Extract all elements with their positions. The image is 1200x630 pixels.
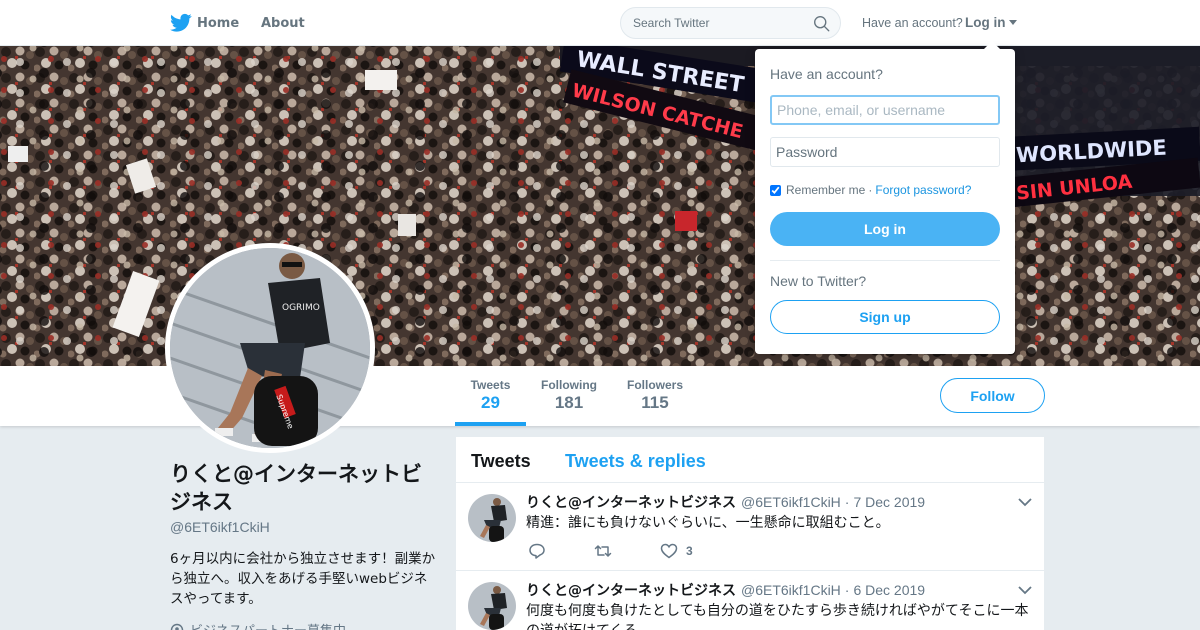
profile-bio: 6ヶ月以内に会社から独立させます！副業から独立へ。収入をあげる手堅いwebビジネ… <box>170 551 436 607</box>
dropdown-divider <box>770 260 1000 261</box>
tab-tweets[interactable]: Tweets <box>471 451 531 472</box>
tweet-avatar[interactable] <box>468 582 516 630</box>
timeline: Tweets Tweets & replies りくと@インターネットビジネス … <box>456 437 1044 630</box>
profile-handle[interactable]: @6ET6ikf1CkiH <box>170 519 270 535</box>
profile-name: りくと@インターネットビジネス <box>170 462 422 514</box>
location-label: ビジネスパートナー募集中 <box>190 620 346 630</box>
remember-me-row: Remember me · Forgot password? <box>770 183 971 197</box>
avatar-image: OGRIMO Supreme <box>170 248 370 448</box>
login-dropdown: Have an account? Remember me · Forgot pa… <box>755 41 1015 354</box>
new-to-twitter-text: New to Twitter? <box>770 273 867 289</box>
profile-location: ビジネスパートナー募集中 <box>170 620 346 630</box>
tweet-author-name[interactable]: りくと@インターネットビジネス <box>526 492 736 512</box>
retweet-icon <box>594 545 612 557</box>
tab-tweets-and-replies[interactable]: Tweets & replies <box>565 451 706 472</box>
retweet-button[interactable] <box>594 543 620 559</box>
stat-value: 29 <box>481 393 500 412</box>
like-icon <box>660 543 678 559</box>
timeline-tabs: Tweets Tweets & replies <box>456 437 1044 483</box>
stat-following[interactable]: Following 181 <box>538 378 600 413</box>
like-count: 3 <box>686 544 693 558</box>
remember-separator: · <box>868 183 873 197</box>
password-field[interactable] <box>770 137 1000 167</box>
forgot-password-link[interactable]: Forgot password? <box>875 183 971 197</box>
tweet-text: 精進：誰にも負けないぐらいに、一生懸命に取組むこと。 <box>526 515 890 531</box>
login-dropdown-toggle[interactable]: Log in <box>965 15 1017 30</box>
login-submit-button[interactable]: Log in <box>770 212 1000 246</box>
tweet-author-name[interactable]: りくと@インターネットビジネス <box>526 580 736 600</box>
search-input[interactable] <box>621 8 801 38</box>
username-field[interactable] <box>770 95 1000 125</box>
tweet-date[interactable]: 7 Dec 2019 <box>853 494 925 510</box>
tweet-author-handle[interactable]: @6ET6ikf1CkiH <box>741 582 841 598</box>
svg-text:OGRIMO: OGRIMO <box>282 303 320 313</box>
search-box <box>620 7 841 39</box>
login-dropdown-title: Have an account? <box>770 66 883 82</box>
stat-tweets[interactable]: Tweets 29 <box>455 378 526 426</box>
signup-button[interactable]: Sign up <box>770 300 1000 334</box>
twitter-bird-icon <box>170 13 192 32</box>
tweet-actions: 3 <box>528 543 733 559</box>
nav-home-label: Home <box>197 15 240 31</box>
tweet-separator: · <box>844 582 850 598</box>
chevron-down-icon[interactable] <box>1018 497 1032 507</box>
tweet-header: りくと@インターネットビジネス @6ET6ikf1CkiH · 6 Dec 20… <box>526 580 925 600</box>
tweet[interactable]: りくと@インターネットビジネス @6ET6ikf1CkiH · 6 Dec 20… <box>456 571 1044 630</box>
remember-me-checkbox[interactable] <box>770 184 781 196</box>
tweet-author-handle[interactable]: @6ET6ikf1CkiH <box>741 494 841 510</box>
stat-label: Following <box>541 378 597 392</box>
tweet-header: りくと@インターネットビジネス @6ET6ikf1CkiH · 7 Dec 20… <box>526 492 925 512</box>
nav-about-link[interactable]: About <box>261 16 305 31</box>
top-navigation-bar: Home About Have an account? Log in <box>0 0 1200 46</box>
follow-button[interactable]: Follow <box>940 378 1045 413</box>
avatar[interactable]: OGRIMO Supreme <box>165 243 375 453</box>
like-button[interactable]: 3 <box>660 543 693 559</box>
location-pin-icon <box>170 623 184 630</box>
login-toggle-label: Log in <box>965 15 1006 30</box>
chevron-down-icon[interactable] <box>1018 585 1032 595</box>
reply-icon <box>529 543 545 559</box>
search-icon[interactable] <box>813 15 830 32</box>
tweet-date[interactable]: 6 Dec 2019 <box>853 582 925 598</box>
stat-label: Followers <box>626 378 683 392</box>
tweet-separator: · <box>844 494 850 510</box>
tweet-avatar[interactable] <box>468 494 516 542</box>
remember-me-label[interactable]: Remember me <box>786 183 865 197</box>
stat-value: 115 <box>641 393 669 412</box>
stat-followers[interactable]: Followers 115 <box>624 378 686 413</box>
nav-home-link[interactable]: Home <box>170 13 239 33</box>
tweet-text: 何度も何度も負けたとしても自分の道をひたすら歩き続ければやがてそこに一本の道が拓… <box>526 603 1029 630</box>
reply-button[interactable] <box>528 543 554 559</box>
stat-value: 181 <box>554 393 584 412</box>
tweet[interactable]: りくと@インターネットビジネス @6ET6ikf1CkiH · 7 Dec 20… <box>456 483 1044 571</box>
stat-label: Tweets <box>470 378 511 392</box>
caret-down-icon <box>1008 20 1017 25</box>
have-account-text: Have an account? <box>862 16 963 30</box>
